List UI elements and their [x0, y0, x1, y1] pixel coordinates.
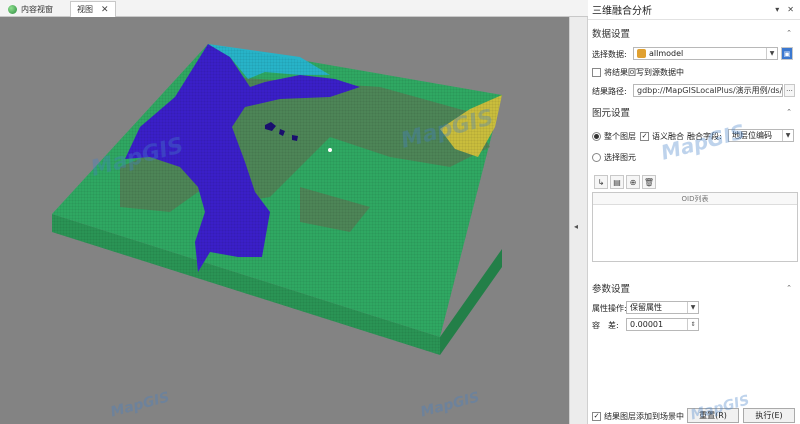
panel-splitter[interactable]: ◂	[569, 17, 588, 424]
param-section-header[interactable]: 参数设置 ⌃	[588, 279, 800, 297]
param-section-title: 参数设置	[592, 284, 631, 295]
param-area: 参数设置 ⌃ 属性操作: 保留属性 ▼ 容 差: 0.00001 ⇕ ✓ 结果图…	[588, 270, 800, 424]
panel-title: 三维融合分析	[588, 0, 800, 20]
element-section-header[interactable]: 图元设置 ⌃	[588, 103, 800, 121]
execute-button[interactable]: 执行(E)	[743, 408, 795, 423]
data-section-title: 数据设置	[592, 29, 631, 40]
add-to-scene-label: 结果图层添加到场景中	[604, 412, 684, 421]
layer-icon	[637, 49, 646, 58]
save-icon[interactable]: ▣	[781, 47, 793, 60]
tolerance-value: 0.00001	[630, 320, 664, 329]
result-path-field[interactable]: gdbp://MapGISLocalPlus/演示用例/ds/数据融合	[633, 84, 783, 97]
data-section-header[interactable]: 数据设置 ⌃	[588, 24, 800, 42]
tab-view-label: 视图	[77, 5, 93, 14]
semantic-fusion-label: 语义融合	[652, 132, 684, 141]
spinner-icon[interactable]: ⇕	[687, 319, 698, 330]
scene-viewport[interactable]: MapGIS MapGIS MapGIS MapGIS	[0, 17, 569, 424]
globe-icon	[8, 4, 17, 14]
panel-title-text: 三维融合分析	[592, 6, 652, 17]
fusion-field-value: 地层位编码	[732, 131, 772, 140]
fusion-field-row: 融合字段:	[687, 131, 722, 142]
whole-layer-radio[interactable]	[592, 132, 601, 141]
result-path-value: gdbp://MapGISLocalPlus/演示用例/ds/数据融合	[637, 86, 783, 95]
fusion-field-label: 融合字段:	[687, 132, 722, 141]
oid-list-header: OID列表	[593, 193, 797, 205]
scene-marker	[328, 148, 332, 152]
select-element-radio[interactable]	[592, 153, 601, 162]
browse-button[interactable]: ···	[784, 84, 795, 97]
write-back-label: 将结果回写到源数据中	[604, 68, 684, 77]
chevron-down-icon[interactable]: ▼	[766, 48, 777, 59]
write-back-checkbox[interactable]	[592, 68, 601, 77]
attr-op-row: 属性操作:	[592, 303, 627, 314]
tolerance-row: 容 差:	[592, 320, 619, 331]
result-path-row: 结果路径:	[592, 86, 627, 97]
close-icon[interactable]: ✕	[787, 5, 794, 14]
result-path-label: 结果路径:	[592, 87, 627, 96]
collapse-icon[interactable]: ⌃	[786, 108, 792, 116]
close-icon[interactable]: ✕	[101, 5, 109, 15]
attr-op-label: 属性操作:	[592, 304, 627, 313]
tab-content-view-label: 内容视窗	[21, 4, 53, 14]
collapse-icon[interactable]: ⌃	[786, 284, 792, 292]
whole-layer-row[interactable]: 整个图层	[592, 131, 636, 142]
add-to-scene-checkbox[interactable]: ✓	[592, 412, 601, 421]
select-data-combo[interactable]: allmodel ▼	[633, 47, 778, 60]
delete-icon[interactable]: 🗑	[642, 175, 656, 189]
tab-view[interactable]: 视图 ✕	[70, 1, 116, 17]
tolerance-input[interactable]: 0.00001 ⇕	[626, 318, 699, 331]
pin-icon[interactable]: ▾	[775, 5, 779, 14]
add-icon[interactable]: ⊕	[626, 175, 640, 189]
chevron-left-icon[interactable]: ◂	[574, 222, 578, 231]
pick-icon[interactable]: ↳	[594, 175, 608, 189]
attr-op-value: 保留属性	[630, 303, 662, 312]
terrain-model	[52, 44, 502, 355]
reset-button[interactable]: 重置(R)	[687, 408, 739, 423]
select-element-row[interactable]: 选择图元	[592, 152, 636, 163]
oid-list[interactable]: OID列表	[592, 192, 798, 262]
attr-op-combo[interactable]: 保留属性 ▼	[626, 301, 699, 314]
select-data-value: allmodel	[649, 49, 684, 58]
semantic-fusion-row[interactable]: ✓ 语义融合	[640, 131, 684, 142]
select-element-label: 选择图元	[604, 153, 636, 162]
chevron-down-icon[interactable]: ▼	[782, 130, 793, 141]
tab-content-view[interactable]: 内容视窗	[2, 1, 64, 17]
document-tab-strip: 内容视窗 视图 ✕	[0, 0, 588, 17]
select-data-label: 选择数据:	[592, 50, 627, 59]
fusion-field-combo[interactable]: 地层位编码 ▼	[728, 129, 794, 142]
semantic-fusion-checkbox[interactable]: ✓	[640, 132, 649, 141]
collapse-icon[interactable]: ⌃	[786, 29, 792, 37]
table-icon[interactable]: ▤	[610, 175, 624, 189]
select-data-row: 选择数据:	[592, 49, 627, 60]
whole-layer-label: 整个图层	[604, 132, 636, 141]
chevron-down-icon[interactable]: ▼	[687, 302, 698, 313]
write-back-row[interactable]: 将结果回写到源数据中	[592, 67, 684, 78]
tolerance-label: 容 差:	[592, 321, 619, 330]
element-section-title: 图元设置	[592, 108, 631, 119]
add-to-scene-row[interactable]: ✓ 结果图层添加到场景中	[592, 411, 684, 422]
